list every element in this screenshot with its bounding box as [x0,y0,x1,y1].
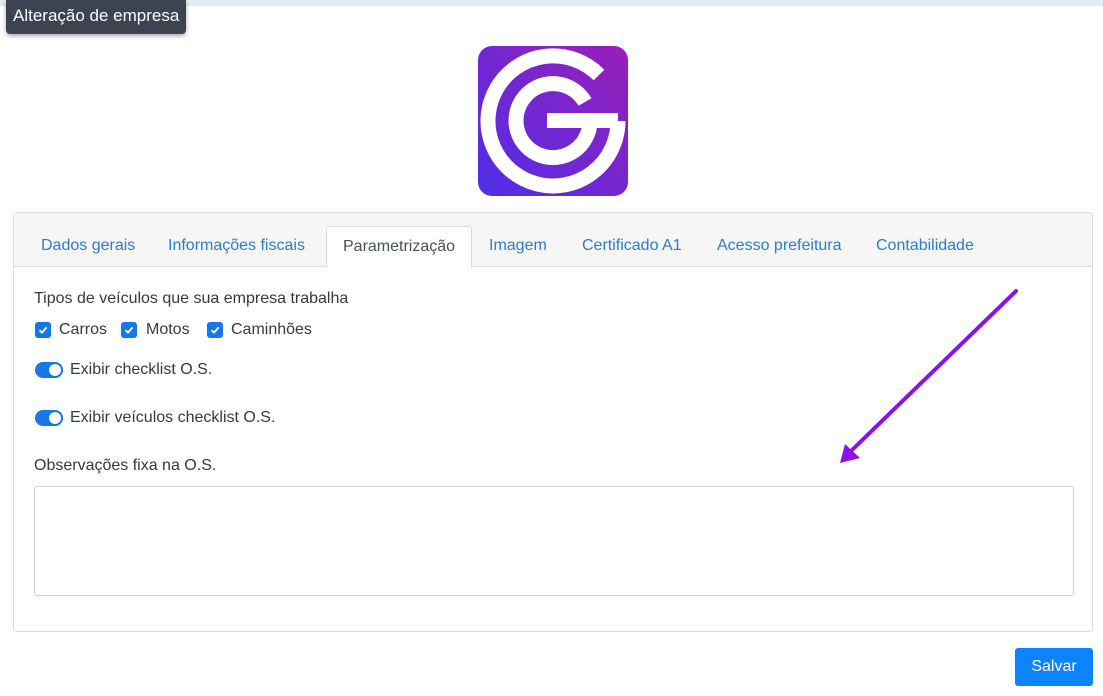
checkbox-label-motos: Motos [146,321,190,338]
check-icon [210,326,220,334]
toggle-label-exibir-checklist: Exibir checklist O.S. [70,361,213,378]
checkbox-motos[interactable] [121,322,137,338]
checkbox-label-carros: Carros [59,321,108,338]
vehicle-types-label: Tipos de veículos que sua empresa trabal… [34,290,349,307]
company-logo [478,46,628,196]
checkbox-caminhoes[interactable] [207,322,223,338]
checkbox-label-caminhoes: Caminhões [231,321,312,338]
observations-textarea[interactable] [34,486,1074,596]
toggle-exibir-veiculos-checklist[interactable] [35,410,63,426]
toggle-label-exibir-veiculos-checklist: Exibir veículos checklist O.S. [70,409,276,426]
tab-certificado-a1[interactable]: Certificado A1 [566,226,698,268]
settings-card: Dados gerais Informações fiscais Paramet… [13,212,1093,632]
tab-informacoes-fiscais[interactable]: Informações fiscais [152,226,321,268]
save-button[interactable]: Salvar [1015,648,1093,686]
toggle-knob [49,364,61,376]
tab-acesso-prefeitura[interactable]: Acesso prefeitura [701,226,858,268]
g-logo-icon [478,46,628,196]
tab-parametrizacao[interactable]: Parametrização [326,226,473,268]
tab-dados-gerais[interactable]: Dados gerais [25,226,151,268]
toggle-exibir-checklist[interactable] [35,362,63,378]
tab-contabilidade[interactable]: Contabilidade [860,226,990,268]
toggle-knob [49,412,61,424]
tab-bar: Dados gerais Informações fiscais Paramet… [14,213,1092,268]
check-icon [124,326,134,334]
window-title: Alteração de empresa [6,0,187,34]
check-icon [38,326,48,334]
observations-label: Observações fixa na O.S. [34,457,217,474]
tab-imagem[interactable]: Imagem [473,226,563,268]
checkbox-carros[interactable] [35,322,51,338]
